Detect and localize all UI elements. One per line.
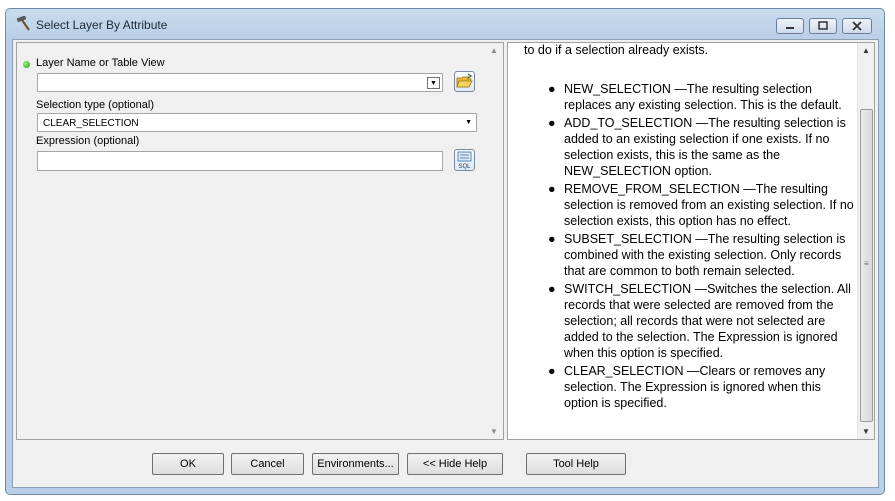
scroll-down-icon[interactable]: ▼ xyxy=(862,427,870,436)
chevron-down-icon[interactable]: ▼ xyxy=(427,77,440,89)
layer-label: Layer Name or Table View xyxy=(36,57,165,69)
sql-icon-text: SQL xyxy=(458,164,471,170)
expression-label: Expression (optional) xyxy=(36,135,140,147)
list-item: ● ADD_TO_SELECTION —The resulting selecti… xyxy=(548,115,854,179)
required-parameter-icon xyxy=(23,61,30,68)
bullet-icon: ● xyxy=(548,232,556,246)
grip-icon: ≡ xyxy=(864,259,869,268)
hammer-icon xyxy=(15,15,33,32)
scroll-up-icon[interactable]: ▲ xyxy=(490,46,498,55)
maximize-button[interactable] xyxy=(809,18,837,34)
selection-type-select[interactable]: CLEAR_SELECTION ▼ xyxy=(37,113,477,132)
parameters-panel: Layer Name or Table View ▼ Selection typ… xyxy=(16,42,504,440)
bullet-icon: ● xyxy=(548,116,556,130)
bullet-icon: ● xyxy=(548,364,556,378)
layer-combobox[interactable]: ▼ xyxy=(37,73,443,92)
ok-button[interactable]: OK xyxy=(152,453,224,475)
list-item: ● NEW_SELECTION —The resulting selection … xyxy=(548,81,854,113)
expression-input[interactable] xyxy=(37,151,443,171)
hide-help-button[interactable]: << Hide Help xyxy=(407,453,503,475)
minimize-button[interactable] xyxy=(776,18,804,34)
tool-help-button[interactable]: Tool Help xyxy=(526,453,626,475)
cancel-button[interactable]: Cancel xyxy=(231,453,304,475)
selection-type-label: Selection type (optional) xyxy=(36,99,155,111)
title-bar: Select Layer By Attribute xyxy=(6,9,884,39)
dialog-window: Select Layer By Attribute Layer Name or … xyxy=(5,8,885,495)
help-scrollbar[interactable]: ▲ ≡ ▼ xyxy=(857,43,874,439)
dialog-client-area: Layer Name or Table View ▼ Selection typ… xyxy=(12,39,879,488)
close-button[interactable] xyxy=(842,18,872,34)
chevron-down-icon[interactable]: ▼ xyxy=(465,119,472,126)
help-options-list: ● NEW_SELECTION —The resulting selection … xyxy=(548,81,854,413)
parameters-scrollbar[interactable]: ▲ ▼ xyxy=(486,43,503,439)
open-folder-icon[interactable] xyxy=(454,71,475,92)
help-intro: to do if a selection already exists. xyxy=(524,43,709,57)
list-item: ● SUBSET_SELECTION —The resulting selecti… xyxy=(548,231,854,279)
scroll-down-icon[interactable]: ▼ xyxy=(490,427,498,436)
scroll-thumb[interactable]: ≡ xyxy=(860,109,873,422)
help-panel: to do if a selection already exists. ● NE… xyxy=(507,42,875,440)
window-title: Select Layer By Attribute xyxy=(36,18,168,32)
help-item-text: SUBSET_SELECTION —The resulting selectio… xyxy=(564,232,846,278)
help-item-text: CLEAR_SELECTION —Clears or removes any s… xyxy=(564,364,826,410)
list-item: ● CLEAR_SELECTION —Clears or removes any … xyxy=(548,363,854,411)
help-item-text: NEW_SELECTION —The resulting selection r… xyxy=(564,82,842,112)
selection-type-value: CLEAR_SELECTION xyxy=(43,118,139,129)
list-item: ● SWITCH_SELECTION —Switches the selectio… xyxy=(548,281,854,361)
bullet-icon: ● xyxy=(548,82,556,96)
bullet-icon: ● xyxy=(548,282,556,296)
sql-builder-icon[interactable]: SQL xyxy=(454,149,475,171)
help-item-text: ADD_TO_SELECTION —The resulting selectio… xyxy=(564,116,846,178)
help-item-text: REMOVE_FROM_SELECTION —The resulting sel… xyxy=(564,182,854,228)
list-item: ● REMOVE_FROM_SELECTION —The resulting se… xyxy=(548,181,854,229)
bullet-icon: ● xyxy=(548,182,556,196)
environments-button[interactable]: Environments... xyxy=(312,453,399,475)
scroll-up-icon[interactable]: ▲ xyxy=(862,46,870,55)
help-item-text: SWITCH_SELECTION —Switches the selection… xyxy=(564,282,851,360)
